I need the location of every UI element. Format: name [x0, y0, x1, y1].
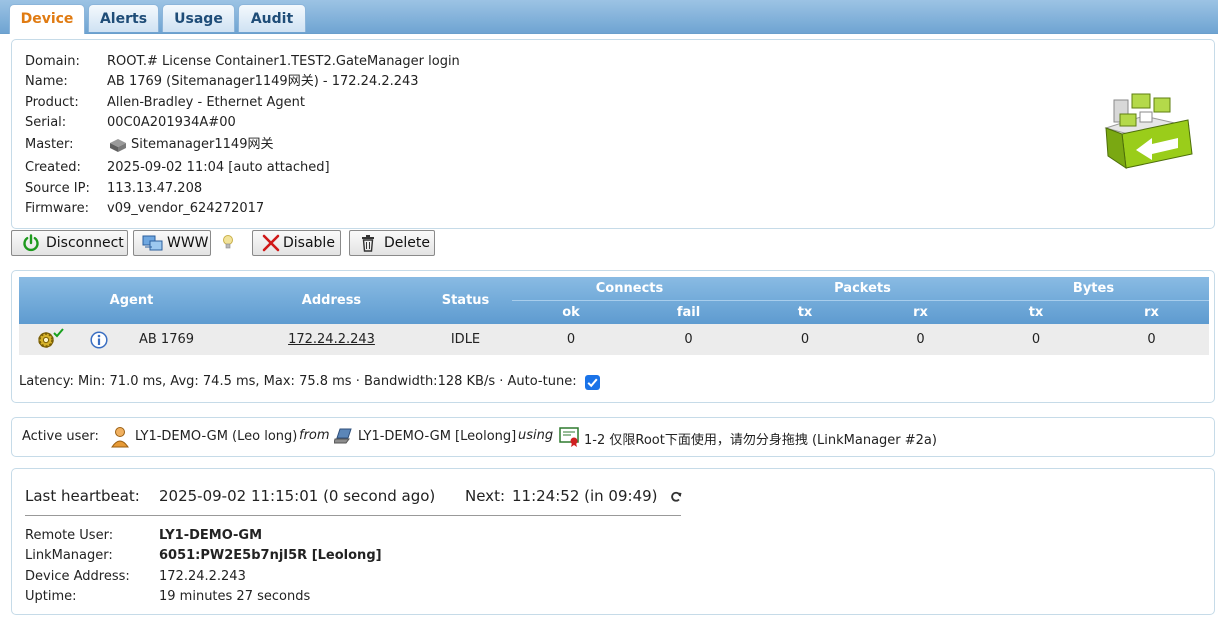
latency-text: Latency: Min: 71.0 ms, Avg: 74.5 ms, Max…	[19, 374, 577, 389]
info-icon[interactable]	[90, 331, 108, 349]
license-name: 1-2 仅限Root下面使用，请勿分身拖拽 (LinkManager #2a)	[584, 433, 937, 448]
row-agent-name: AB 1769	[138, 332, 195, 347]
heartbeat-divider	[25, 515, 681, 516]
www-button[interactable]: WWW	[133, 230, 211, 256]
tab-bar: Device Alerts Usage Audit	[0, 0, 1218, 34]
created-label: Created:	[25, 160, 81, 175]
domain-value: ROOT.# License Container1.TEST2.GateMana…	[107, 54, 460, 69]
source-ip-label: Source IP:	[25, 181, 90, 196]
row-bytes-tx: 0	[1031, 332, 1041, 347]
uptime-value: 19 minutes 27 seconds	[159, 589, 311, 604]
license-certificate-icon	[559, 427, 579, 447]
device-info-panel: Domain: ROOT.# License Container1.TEST2.…	[11, 39, 1215, 229]
firmware-label: Firmware:	[25, 201, 89, 216]
created-value: 2025-09-02 11:04 [auto attached]	[107, 160, 330, 175]
agent-table-header: Agent Address Status Connects Packets By…	[19, 277, 1209, 324]
header-packets: Packets	[834, 281, 891, 296]
product-value: Allen-Bradley - Ethernet Agent	[107, 95, 305, 110]
row-bytes-rx: 0	[1147, 332, 1156, 347]
header-address: Address	[301, 293, 362, 308]
name-label: Name:	[25, 74, 68, 89]
master-value: Sitemanager1149网关	[131, 137, 274, 152]
source-ip-value: 113.13.47.208	[107, 181, 203, 196]
agent-settings-gear-icon[interactable]	[35, 327, 65, 351]
linkmanager-label: LinkManager:	[25, 548, 113, 563]
refresh-icon[interactable]	[670, 491, 682, 503]
sitemanager-icon	[110, 139, 126, 152]
serial-value: 00C0A201934A#00	[107, 115, 236, 130]
heartbeat-next-label: Next:	[465, 487, 505, 505]
web-link-icon	[142, 235, 163, 251]
disable-x-icon	[262, 234, 280, 252]
row-connects-ok: 0	[566, 332, 576, 347]
disconnect-button[interactable]: Disconnect	[11, 230, 128, 256]
heartbeat-last: 2025-09-02 11:15:01 (0 second ago)	[159, 487, 436, 505]
tab-usage[interactable]: Usage	[162, 4, 235, 32]
uptime-label: Uptime:	[25, 589, 77, 604]
agent-device-icon	[1104, 93, 1193, 170]
device-address-value: 172.24.2.243	[159, 569, 246, 584]
checkmark-icon	[587, 378, 598, 388]
header-agent: Agent	[109, 293, 154, 308]
tab-device[interactable]: Device	[9, 4, 85, 34]
product-label: Product:	[25, 95, 79, 110]
session-panel: Last heartbeat: 2025-09-02 11:15:01 (0 s…	[11, 468, 1215, 615]
disable-button[interactable]: Disable	[252, 230, 341, 256]
domain-label: Domain:	[25, 54, 80, 69]
laptop-icon	[334, 428, 352, 444]
from-text: from	[299, 428, 330, 443]
remote-user-value: LY1-DEMO-GM	[159, 528, 263, 543]
header-connects-ok: ok	[562, 305, 580, 320]
delete-button[interactable]: Delete	[349, 230, 435, 256]
device-address-label: Device Address:	[25, 569, 130, 584]
header-status: Status	[441, 293, 490, 308]
row-connects-fail: 0	[684, 332, 693, 347]
latency-line: Latency: Min: 71.0 ms, Avg: 74.5 ms, Max…	[19, 374, 577, 389]
active-user-name: LY1-DEMO-GM (Leo long)	[135, 429, 298, 444]
tab-alerts[interactable]: Alerts	[88, 4, 159, 32]
active-user-panel: Active user: LY1-DEMO-GM (Leo long) from…	[11, 417, 1215, 457]
linkmanager-value: 6051:PW2E5b7njI5R [Leolong]	[159, 548, 382, 563]
header-connects: Connects	[595, 281, 664, 296]
remote-user-label: Remote User:	[25, 528, 114, 543]
header-bytes: Bytes	[1072, 281, 1115, 296]
user-icon	[111, 427, 129, 448]
auto-tune-checkbox[interactable]	[584, 375, 600, 390]
firmware-value: v09_vendor_624272017	[107, 201, 265, 216]
row-address-link[interactable]: 172.24.2.243	[244, 324, 419, 355]
tab-audit[interactable]: Audit	[238, 4, 306, 32]
header-connects-fail: fail	[676, 305, 701, 320]
trash-icon	[362, 235, 374, 252]
lightbulb-icon[interactable]	[222, 234, 234, 252]
header-bytes-rx: rx	[1144, 305, 1159, 320]
row-status: IDLE	[450, 332, 481, 347]
agent-table-panel: Agent Address Status Connects Packets By…	[11, 270, 1215, 403]
header-packets-tx: tx	[797, 305, 813, 320]
name-value: AB 1769 (Sitemanager1149网关) - 172.24.2.2…	[107, 74, 419, 89]
master-label: Master:	[25, 137, 74, 152]
heartbeat-label: Last heartbeat:	[25, 487, 140, 505]
client-name: LY1-DEMO-GM [Leolong]	[358, 429, 517, 444]
header-packets-rx: rx	[913, 305, 928, 320]
serial-label: Serial:	[25, 115, 67, 130]
using-text: using	[518, 428, 554, 443]
header-divider	[512, 300, 1209, 301]
power-icon	[23, 234, 39, 252]
active-user-label: Active user:	[22, 429, 99, 444]
header-bytes-tx: tx	[1028, 305, 1044, 320]
row-packets-rx: 0	[916, 332, 925, 347]
heartbeat-next: 11:24:52 (in 09:49)	[512, 487, 658, 505]
row-packets-tx: 0	[800, 332, 810, 347]
table-row: AB 1769 172.24.2.243 IDLE 0 0 0 0 0 0	[19, 324, 1209, 355]
